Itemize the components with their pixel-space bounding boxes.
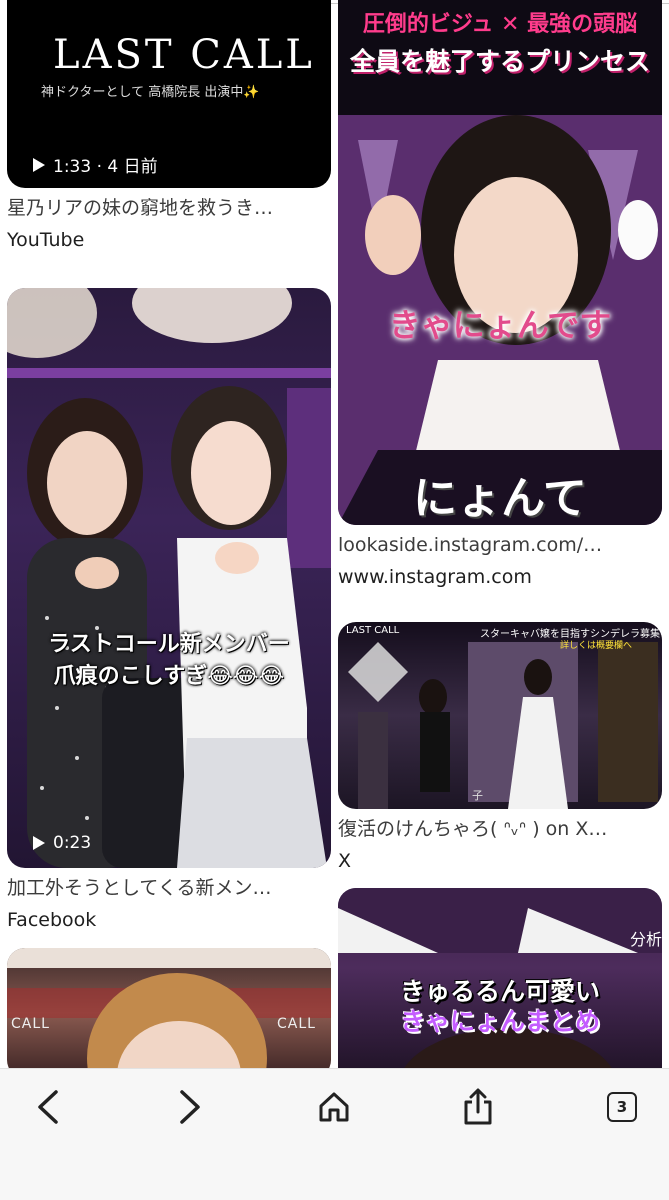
result-source[interactable]: YouTube	[7, 228, 331, 252]
result-card[interactable]: LAST CALL 神ドクターとして 高橋院長 出演中✨ 1:33 · 4 日前…	[7, 0, 331, 252]
chevron-left-icon	[38, 1090, 58, 1124]
thumbnail-photo	[7, 288, 331, 868]
play-icon	[33, 836, 45, 850]
tab-count-badge: 3	[607, 1092, 637, 1122]
result-card[interactable]: LAST CALL スターキャバ嬢を目指すシンデレラ募集中 詳しくは概要欄へ 子…	[338, 622, 662, 873]
thumbnail-photo	[338, 0, 662, 525]
result-title[interactable]: 加工外そうとしてくる新メン…	[7, 876, 331, 900]
top-banner-sub: 詳しくは概要欄へ	[560, 641, 633, 651]
image-results-grid: LAST CALL 神ドクターとして 高橋院長 出演中✨ 1:33 · 4 日前…	[0, 0, 669, 1068]
back-button[interactable]	[20, 1085, 76, 1129]
result-title[interactable]: 星乃リアの妹の窮地を救うき…	[7, 196, 331, 220]
video-duration: 1:33 · 4 日前	[33, 152, 158, 177]
duration-text: 1:33 · 4 日前	[53, 157, 158, 177]
share-icon	[464, 1088, 492, 1125]
result-card[interactable]: 圧倒的ビジュ ✕ 最強の頭脳 全員を魅了するプリンセス きゃにょんです にょんて…	[338, 0, 662, 589]
share-button[interactable]	[450, 1085, 506, 1129]
result-card[interactable]: CALL CALL	[7, 948, 331, 1068]
banner-line1: 圧倒的ビジュ ✕ 最強の頭脳	[362, 12, 638, 37]
result-thumbnail[interactable]: 圧倒的ビジュ ✕ 最強の頭脳 全員を魅了するプリンセス きゃにょんです にょんて	[338, 0, 662, 525]
result-card[interactable]: ラストコール新メンバー 爪痕のこしすぎ😂😂😂 0:23 加工外そうとしてくる新メ…	[7, 288, 331, 932]
tabs-button[interactable]: 3	[594, 1085, 650, 1129]
duration-text: 0:23	[53, 833, 92, 853]
result-source[interactable]: X	[338, 849, 662, 873]
home-button[interactable]	[306, 1085, 362, 1129]
thumbnail-logo-text: LAST CALL	[53, 32, 315, 78]
banner-line2: 全員を魅了するプリンセス	[349, 47, 650, 76]
home-icon	[319, 1092, 349, 1122]
result-thumbnail[interactable]: CALL CALL	[7, 948, 331, 1068]
result-card[interactable]: 分析 きゅるるん可愛い きゃにょんまとめ	[338, 888, 662, 1068]
corner-text: 分析	[630, 930, 662, 949]
result-thumbnail[interactable]: 分析 きゅるるん可愛い きゃにょんまとめ	[338, 888, 662, 1068]
result-thumbnail[interactable]: ラストコール新メンバー 爪痕のこしすぎ😂😂😂 0:23	[7, 288, 331, 868]
thumbnail-subtitle: 神ドクターとして 高橋院長 出演中✨	[41, 85, 260, 100]
play-icon	[33, 157, 45, 172]
result-source[interactable]: www.instagram.com	[338, 565, 662, 589]
overlay-text-right: CALL	[277, 1016, 316, 1032]
overlay-bottom-text: にょんて	[413, 473, 587, 524]
chevron-right-icon	[180, 1090, 200, 1124]
overlay-caption-line2: 爪痕のこしすぎ😂😂😂	[53, 664, 285, 689]
result-thumbnail[interactable]: LAST CALL スターキャバ嬢を目指すシンデレラ募集中 詳しくは概要欄へ 子	[338, 622, 662, 809]
video-duration: 0:23	[33, 833, 91, 853]
floor-text: 子	[472, 789, 483, 802]
result-title[interactable]: 復活のけんちゃろ( ᐢᵥᐢ ) on X…	[338, 817, 662, 841]
result-source[interactable]: Facebook	[7, 908, 331, 932]
result-thumbnail[interactable]: LAST CALL 神ドクターとして 高橋院長 出演中✨ 1:33 · 4 日前	[7, 0, 331, 188]
corner-logo: LAST CALL	[346, 625, 400, 636]
result-title[interactable]: lookaside.instagram.com/…	[338, 533, 662, 557]
overlay-text-left: CALL	[11, 1016, 50, 1032]
overlay-caption-line2: きゃにょんまとめ	[399, 1007, 600, 1036]
thumbnail-photo	[7, 948, 331, 1068]
forward-button[interactable]	[162, 1085, 218, 1129]
overlay-caption-line1: ラストコール新メンバー	[48, 632, 290, 657]
browser-toolbar: 3	[0, 1068, 669, 1200]
overlay-caption: きゃにょんです	[388, 306, 612, 344]
